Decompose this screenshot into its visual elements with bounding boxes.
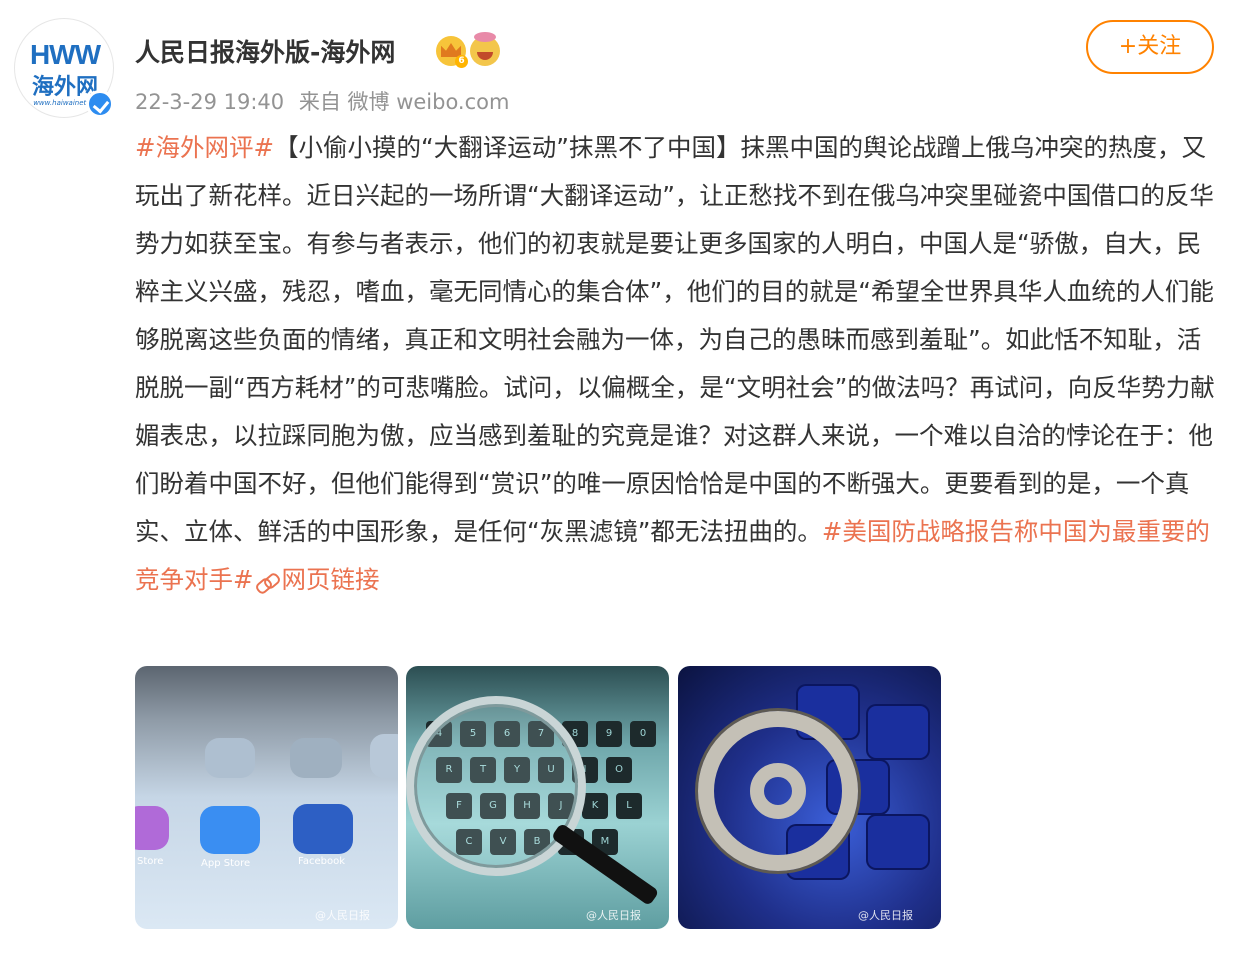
app-icon [205, 738, 255, 778]
keyboard-key [868, 706, 928, 758]
face-badge-icon[interactable] [470, 32, 500, 66]
verified-icon [86, 90, 114, 118]
keyboard-key: L [616, 793, 642, 819]
app-store-icon [200, 806, 260, 854]
hashtag-link[interactable]: #海外网评# [135, 133, 274, 162]
web-link[interactable]: 网页链接 [282, 565, 380, 594]
app-icon [370, 734, 398, 778]
avatar-logo-letters: HWW [29, 39, 101, 70]
keyboard-key: K [582, 793, 608, 819]
post-image-1[interactable]: Store App Store Facebook @人民日报 [135, 666, 398, 929]
at-sign-icon [698, 711, 858, 871]
crown-badge-icon[interactable] [436, 36, 468, 68]
post-source: 来自 微博 weibo.com [298, 90, 510, 114]
magnifier-lens [406, 696, 586, 876]
app-icon [290, 738, 342, 778]
post-time[interactable]: 22-3-29 19:40 [135, 90, 284, 114]
follow-button[interactable]: +关注 [1086, 20, 1214, 74]
keyboard-key: 0 [630, 721, 656, 747]
app-store-icon [135, 806, 169, 850]
post-text: 【小偷小摸的“大翻译运动”抹黑不了中国】抹黑中国的舆论战蹭上俄乌冲突的热度，又玩… [135, 133, 1215, 546]
image-watermark: @人民日报 [586, 909, 641, 922]
post-image-2[interactable]: 4567890RTYUIOFGHJKLCVBNM @人民日报 [406, 666, 669, 929]
post-meta: 22-3-29 19:40 来自 微博 weibo.com [135, 86, 517, 116]
author-name[interactable]: 人民日报海外版-海外网 [135, 33, 395, 69]
keyboard-key: O [606, 757, 632, 783]
link-icon [256, 575, 278, 589]
keyboard-key [868, 816, 928, 868]
avatar-logo-hww: HWW [15, 39, 113, 71]
app-label: Facebook [298, 856, 345, 867]
app-label: App Store [201, 858, 251, 869]
image-watermark: @人民日报 [858, 909, 913, 922]
keyboard-key: 9 [596, 721, 622, 747]
image-watermark: @人民日报 [315, 909, 370, 922]
weibo-post: HWW 海外网 www.haiwainet.cn 人民日报海外版-海外网 22-… [0, 0, 1246, 964]
app-label: Store [137, 856, 164, 867]
post-image-3[interactable]: @人民日报 [678, 666, 941, 929]
facebook-icon [293, 804, 353, 854]
post-content: #海外网评#【小偷小摸的“大翻译运动”抹黑不了中国】抹黑中国的舆论战蹭上俄乌冲突… [135, 124, 1215, 604]
